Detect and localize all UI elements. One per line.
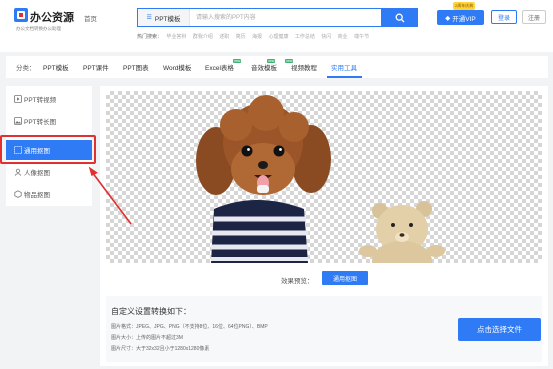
hot-search-words: 热门搜索： 毕业答辩 群我介绍 述职 简历 海报 心理健康 工作总结 快闪 商业… — [137, 33, 374, 40]
category-ppt-template[interactable]: PPT模板 — [43, 62, 69, 72]
vip-promo-badge: 2周年庆典 — [453, 2, 476, 10]
tool-main-panel: 效果预览： 通用抠图 自定义设置转换如下： 图片格式：JPEG、JPG、PNG（… — [100, 86, 548, 366]
category-tools[interactable]: 实用工具 — [331, 62, 357, 72]
sidebar-item-label: 物品抠图 — [24, 192, 50, 199]
dimension-requirement: 图片尺寸：大于32x32且小于1280x1280像素 — [111, 346, 210, 352]
new-badge: new — [285, 59, 294, 63]
login-button[interactable]: 登录 — [491, 10, 517, 24]
new-badge: new — [267, 59, 276, 63]
annotation-highlight-box — [0, 135, 96, 164]
category-excel[interactable]: Excel表格 new — [205, 59, 242, 72]
image-icon — [14, 117, 22, 125]
settings-panel: 自定义设置转换如下： 图片格式：JPEG、JPG、PNG（不支持8位、16位、6… — [106, 296, 542, 362]
hot-word[interactable]: 群我介绍 — [193, 34, 213, 40]
category-bar: 分类： PPT模板 PPT课件 PPT图表 Word模板 Excel表格 new… — [6, 56, 548, 78]
home-link[interactable]: 首页 — [84, 13, 97, 23]
category-sound[interactable]: 音效模板 new — [251, 59, 277, 72]
logo-subtitle: 办公文档转换办公助理 — [16, 26, 61, 31]
category-sound-label: 音效模板 — [251, 65, 277, 72]
poodle-dog-image — [196, 95, 445, 263]
hot-word[interactable]: 述职 — [219, 34, 229, 40]
category-excel-label: Excel表格 — [205, 65, 234, 72]
category-ppt-courseware[interactable]: PPT课件 — [83, 62, 109, 72]
new-badge: new — [233, 59, 242, 63]
logo-title: 办公资源 — [30, 12, 74, 24]
hot-word[interactable]: 海报 — [252, 34, 262, 40]
sidebar-item-ppt-to-long-image[interactable]: PPT转长图 — [6, 111, 92, 131]
menu-icon: ☰ — [146, 15, 152, 21]
hot-word[interactable]: 毕业答辩 — [166, 34, 186, 40]
hot-search-label: 热门搜索： — [137, 34, 163, 40]
search-category-label: PPT模板 — [154, 15, 181, 23]
sidebar-item-portrait-cutout[interactable]: 人像抠图 — [6, 162, 92, 182]
choose-file-button[interactable]: 点击选择文件 — [458, 318, 541, 341]
hot-word[interactable]: 端午节 — [354, 34, 369, 40]
sidebar-item-ppt-to-video[interactable]: PPT转视频 — [6, 89, 92, 109]
register-button[interactable]: 注册 — [522, 10, 546, 24]
hot-word[interactable]: 商业 — [338, 34, 348, 40]
portrait-icon — [14, 168, 22, 176]
size-requirement: 图片大小：上传的图片不超过3M — [111, 335, 183, 341]
hot-word[interactable]: 心理健康 — [268, 34, 288, 40]
site-logo[interactable]: 办公资源 办公文档转换办公助理 — [14, 8, 74, 38]
open-vip-label: 开通VIP — [452, 15, 476, 23]
format-requirement: 图片格式：JPEG、JPG、PNG（不支持8位、16位、64位PNG）、BMP — [111, 324, 268, 330]
preview-mode-button[interactable]: 通用抠图 — [322, 271, 368, 285]
cutout-preview-canvas — [106, 91, 542, 263]
play-video-icon — [14, 95, 22, 103]
search-button[interactable] — [381, 8, 418, 27]
search-category-select[interactable]: ☰ PPT模板 — [138, 9, 190, 26]
hot-word[interactable]: 工作总结 — [295, 34, 315, 40]
category-word-template[interactable]: Word模板 — [163, 62, 191, 72]
category-video-label: 视频教程 — [291, 65, 317, 72]
category-ppt-chart[interactable]: PPT图表 — [123, 62, 149, 72]
settings-title: 自定义设置转换如下： — [111, 307, 191, 316]
top-header: 办公资源 办公文档转换办公助理 首页 ☰ PPT模板 热门搜索： 毕业答辩 群我… — [0, 0, 553, 52]
category-video-tutorial[interactable]: 视频教程 new — [285, 59, 317, 72]
sidebar-item-label: 人像抠图 — [24, 170, 50, 177]
category-label: 分类： — [16, 65, 36, 72]
hot-word[interactable]: 简历 — [236, 34, 246, 40]
preview-label: 效果预览： — [281, 278, 314, 285]
sidebar-item-label: PPT转长图 — [24, 119, 57, 126]
active-tab-underline — [327, 76, 362, 78]
logo-icon — [14, 8, 28, 22]
diamond-icon: ◆ — [445, 14, 451, 22]
sidebar-item-label: PPT转视频 — [24, 97, 57, 104]
search-bar: ☰ PPT模板 — [137, 8, 418, 27]
object-icon — [14, 190, 22, 198]
hot-word[interactable]: 快闪 — [321, 34, 331, 40]
open-vip-button[interactable]: ◆ 开通VIP — [437, 10, 484, 25]
search-input[interactable] — [196, 12, 371, 23]
sidebar-item-object-cutout[interactable]: 物品抠图 — [6, 184, 92, 204]
search-icon — [395, 13, 404, 22]
